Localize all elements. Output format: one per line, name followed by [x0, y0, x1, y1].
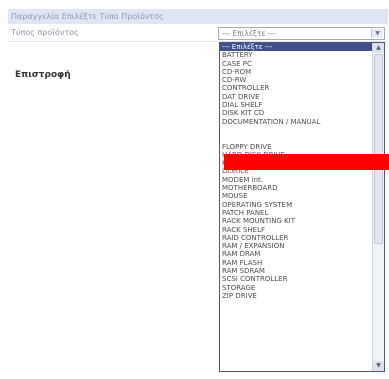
dropdown-scrollbar[interactable]: ▲ ▼	[372, 43, 384, 371]
dropdown-option[interactable]: RAM DRAM	[220, 250, 372, 258]
dropdown-option[interactable]: DOCUMENTATION / MANUAL	[220, 118, 372, 126]
dropdown-option[interactable]: ZIP DRIVE	[220, 292, 372, 300]
dropdown-option[interactable]: CASE PC	[220, 60, 372, 68]
product-type-dropdown-list[interactable]: --- Επιλέξτε --- BATTERY CASE PC CD-ROM CD-R…	[219, 42, 385, 372]
dropdown-option[interactable]: RACK SHELF	[220, 226, 372, 234]
dropdown-option[interactable]: RAM SDRAM	[220, 267, 372, 275]
dropdown-option[interactable]: STORAGE	[220, 284, 372, 292]
chevron-down-icon[interactable]: ▼	[371, 29, 383, 38]
dropdown-option[interactable]: RAM / EXPANSION	[220, 242, 372, 250]
dropdown-option[interactable]: FLOPPY DRIVE	[220, 143, 372, 151]
dropdown-option[interactable]: RACK MOUNTING KIT	[220, 217, 372, 225]
dropdown-option[interactable]: OPERATING SYSTEM	[220, 201, 372, 209]
dropdown-option[interactable]: MODEM int.	[220, 176, 372, 184]
dropdown-option[interactable]: --- Επιλέξτε ---	[220, 43, 372, 52]
dropdown-option[interactable]	[220, 134, 372, 142]
dropdown-option[interactable]: CD-RW	[220, 76, 372, 84]
dropdown-option[interactable]: MOUSE	[220, 192, 372, 200]
select-value: --- Επιλέξτε ---	[222, 29, 277, 38]
dropdown-option[interactable]: RAID CONTROLLER	[220, 234, 372, 242]
dropdown-option[interactable]: DISK KIT CD	[220, 109, 372, 117]
dropdown-option[interactable]	[220, 126, 372, 134]
page-title: Παραγγελία Επιλέξτε Τύπο Προϊόντος	[8, 9, 388, 24]
dropdown-option[interactable]: MOTHERBOARD	[220, 184, 372, 192]
redaction-bar	[224, 154, 389, 170]
chevron-up-icon[interactable]: ▲	[373, 43, 384, 53]
dropdown-option[interactable]: DAT DRIVE	[220, 93, 372, 101]
scrollbar-thumb[interactable]	[374, 54, 383, 244]
dropdown-option[interactable]: BATTERY	[220, 51, 372, 59]
dropdown-option[interactable]: CONTROLLER	[220, 84, 372, 92]
chevron-down-icon[interactable]: ▼	[373, 361, 384, 371]
product-type-label: Τύπος προϊόντος	[11, 28, 79, 37]
dropdown-option[interactable]: CD-ROM	[220, 68, 372, 76]
dropdown-option[interactable]: SCSI CONTROLLER	[220, 275, 372, 283]
product-type-select[interactable]: --- Επιλέξτε --- ▼	[218, 27, 385, 40]
back-link[interactable]: Επιστροφή	[15, 70, 71, 80]
option-list: --- Επιλέξτε --- BATTERY CASE PC CD-ROM CD-R…	[220, 43, 372, 300]
dropdown-option[interactable]: PATCH PANEL	[220, 209, 372, 217]
dropdown-option[interactable]: DIAL SHELF	[220, 101, 372, 109]
dropdown-option[interactable]: RAM FLASH	[220, 259, 372, 267]
